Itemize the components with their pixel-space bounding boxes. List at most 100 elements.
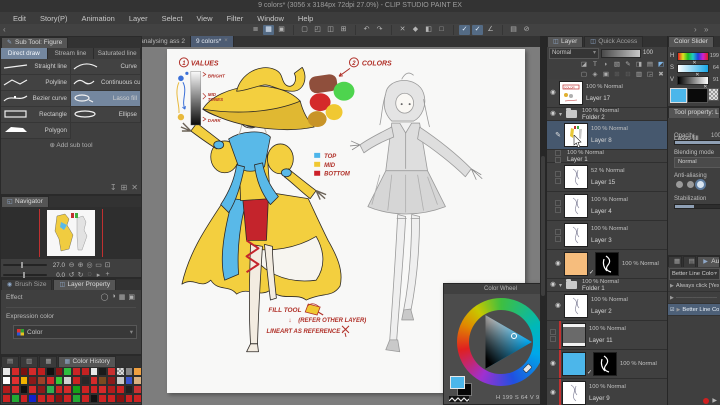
history-swatch[interactable] bbox=[72, 394, 81, 403]
history-swatch[interactable] bbox=[45, 394, 55, 403]
auto-action-preset-dropdown[interactable]: Better Line Color ▾ bbox=[669, 268, 720, 280]
expand-arrow-icon[interactable]: ▶ bbox=[676, 307, 680, 313]
expand-arrow-icon[interactable]: ▶ bbox=[670, 295, 674, 301]
history-swatch[interactable] bbox=[89, 394, 99, 403]
history-swatch[interactable] bbox=[63, 385, 72, 394]
document-tab[interactable]: 9 colors* × bbox=[191, 36, 234, 47]
history-swatch[interactable] bbox=[54, 376, 64, 385]
palette-stub-tab[interactable]: ▤ bbox=[682, 256, 697, 267]
navigator-icon[interactable]: ◎ bbox=[85, 261, 94, 269]
subtool-ellipse[interactable]: Ellipse bbox=[71, 107, 141, 123]
layer-row-layer-15[interactable]: 52 % Normal Layer 15 bbox=[547, 163, 668, 192]
expand-arrow-icon[interactable]: ▶ bbox=[670, 283, 674, 289]
layer-row-folder-2[interactable]: ◉ ▾ 100 % Normal Folder 2 bbox=[547, 108, 668, 121]
scroll-end-icon[interactable]: » bbox=[704, 25, 708, 34]
material-icon[interactable]: ▣ bbox=[276, 25, 287, 35]
blending-mode-dropdown[interactable]: Normal ▾ bbox=[549, 47, 599, 59]
layer-tool-icon[interactable]: ▣ bbox=[601, 70, 611, 79]
subtool-polyline[interactable]: Polyline bbox=[1, 75, 71, 91]
auto-action-tab[interactable]: ▶Auto Action bbox=[697, 256, 720, 267]
layer-tool-icon[interactable]: ◪ bbox=[579, 60, 589, 69]
navigator-preview[interactable] bbox=[1, 207, 141, 259]
play-icon[interactable]: ▶ bbox=[712, 397, 717, 404]
menu-animation[interactable]: Animation bbox=[74, 14, 121, 23]
navigator-icon[interactable]: ⊡ bbox=[103, 261, 112, 269]
layer-row-folder-1[interactable]: ◉ ▾ 100 % Normal Folder 1 bbox=[547, 279, 668, 292]
history-swatch[interactable] bbox=[133, 376, 142, 385]
expression-color-dropdown[interactable]: Color ▾ bbox=[13, 325, 137, 339]
menu-window[interactable]: Window bbox=[250, 14, 291, 23]
history-swatch[interactable] bbox=[19, 367, 29, 376]
subtool-tab-stream-line[interactable]: Stream line bbox=[47, 48, 95, 59]
subtool-action-icon[interactable]: ⊞ bbox=[121, 183, 128, 192]
transparent-swatch[interactable] bbox=[708, 88, 719, 101]
subtool-tab-saturated-line[interactable]: Saturated line bbox=[94, 48, 142, 59]
subtool-straight-line[interactable]: Straight line bbox=[1, 59, 71, 75]
subtool-action-icon[interactable]: ↧ bbox=[110, 183, 117, 192]
history-swatch[interactable] bbox=[10, 376, 20, 385]
layer-tool-icon[interactable]: ✖ bbox=[656, 70, 666, 79]
subtool-curve[interactable]: Curve bbox=[71, 59, 141, 75]
history-swatch[interactable] bbox=[98, 385, 107, 394]
history-swatch[interactable] bbox=[54, 394, 64, 403]
history-swatch[interactable] bbox=[89, 385, 99, 394]
layer-tool-icon[interactable]: ▤ bbox=[645, 60, 655, 69]
color-slider-v[interactable]: V ✕ 91 bbox=[670, 74, 719, 90]
history-swatch[interactable] bbox=[133, 394, 142, 403]
history-swatch[interactable] bbox=[133, 385, 142, 394]
history-swatch[interactable] bbox=[72, 367, 81, 376]
stabilization-slider[interactable] bbox=[674, 204, 720, 209]
open-file-icon[interactable]: ◰ bbox=[312, 25, 323, 35]
palette-stub-tab[interactable]: ▦ bbox=[668, 256, 682, 267]
visibility-eye-icon[interactable]: ◉ bbox=[550, 89, 556, 96]
history-swatch[interactable] bbox=[124, 394, 134, 403]
visibility-eye-icon[interactable]: ◉ bbox=[550, 110, 556, 117]
history-swatch[interactable] bbox=[19, 394, 29, 403]
auto-action-item[interactable]: ☑▶Better Line Color bbox=[668, 304, 720, 316]
mask-link-check[interactable]: ✓ bbox=[589, 269, 594, 278]
undo-icon[interactable]: ↶ bbox=[361, 25, 372, 35]
history-swatch[interactable] bbox=[2, 385, 11, 394]
frame-icon[interactable]: □ bbox=[436, 25, 447, 35]
hue-ring[interactable] bbox=[457, 298, 545, 386]
layer-row-layer-8[interactable]: ✎ 100 % Normal Layer 8 bbox=[547, 121, 668, 150]
history-swatch[interactable] bbox=[54, 367, 64, 376]
layer-tool-icon[interactable]: ◲ bbox=[645, 70, 655, 79]
history-swatch[interactable] bbox=[80, 376, 90, 385]
subtool-panel-tab[interactable]: ✎ Sub Tool: Figure bbox=[1, 37, 69, 48]
folder-expand-arrow[interactable]: ▾ bbox=[559, 111, 566, 118]
palette-dock-icon[interactable]: ≣ bbox=[250, 25, 261, 35]
history-swatch[interactable] bbox=[37, 394, 46, 403]
add-subtool-button[interactable]: ⊕ Add sub tool bbox=[1, 139, 141, 152]
history-swatch[interactable] bbox=[80, 385, 90, 394]
layer-tool-icon[interactable]: ▧ bbox=[612, 60, 622, 69]
history-swatch[interactable] bbox=[107, 376, 116, 385]
layer-panel-tab-layer[interactable]: ◫ Layer bbox=[547, 36, 584, 47]
history-swatch[interactable] bbox=[72, 385, 81, 394]
history-swatch[interactable] bbox=[63, 394, 72, 403]
workspace-icon[interactable]: ▦ bbox=[263, 25, 274, 35]
history-swatch[interactable] bbox=[63, 376, 72, 385]
menu-view[interactable]: View bbox=[189, 14, 219, 23]
layer-row-layer-2[interactable]: ◉ 100 % Normal Layer 2 bbox=[547, 292, 668, 321]
layer-row-layer-1[interactable]: 100 % Normal Layer 1 bbox=[547, 149, 668, 163]
layer-row-layer-11[interactable]: 100 % Normal Layer 11 bbox=[547, 321, 668, 350]
layer-tool-icon[interactable]: ▥ bbox=[634, 70, 644, 79]
effect-icon[interactable]: ▣ bbox=[128, 293, 135, 301]
new-file-icon[interactable]: ▢ bbox=[299, 25, 310, 35]
history-swatch[interactable] bbox=[54, 385, 64, 394]
history-swatch[interactable] bbox=[80, 394, 90, 403]
history-swatch[interactable] bbox=[19, 385, 29, 394]
history-swatch[interactable] bbox=[124, 367, 134, 376]
color-slider-tab[interactable]: Color Slider bbox=[668, 36, 714, 47]
gradient-icon[interactable]: ◧ bbox=[423, 25, 434, 35]
layer-tool-icon[interactable]: ⊟ bbox=[623, 70, 633, 79]
fill-icon[interactable]: ◆ bbox=[410, 25, 421, 35]
snap-ruler-icon[interactable]: ✓ bbox=[459, 25, 470, 35]
layer-tool-icon[interactable]: ▢ bbox=[579, 70, 589, 79]
subtool-lasso-fill[interactable]: Lasso fill bbox=[71, 91, 141, 107]
menu-filter[interactable]: Filter bbox=[220, 14, 251, 23]
visibility-eye-icon[interactable]: ◉ bbox=[550, 281, 556, 288]
scroll-right-icon[interactable]: › bbox=[694, 25, 697, 34]
close-tab-icon[interactable]: × bbox=[224, 36, 228, 47]
